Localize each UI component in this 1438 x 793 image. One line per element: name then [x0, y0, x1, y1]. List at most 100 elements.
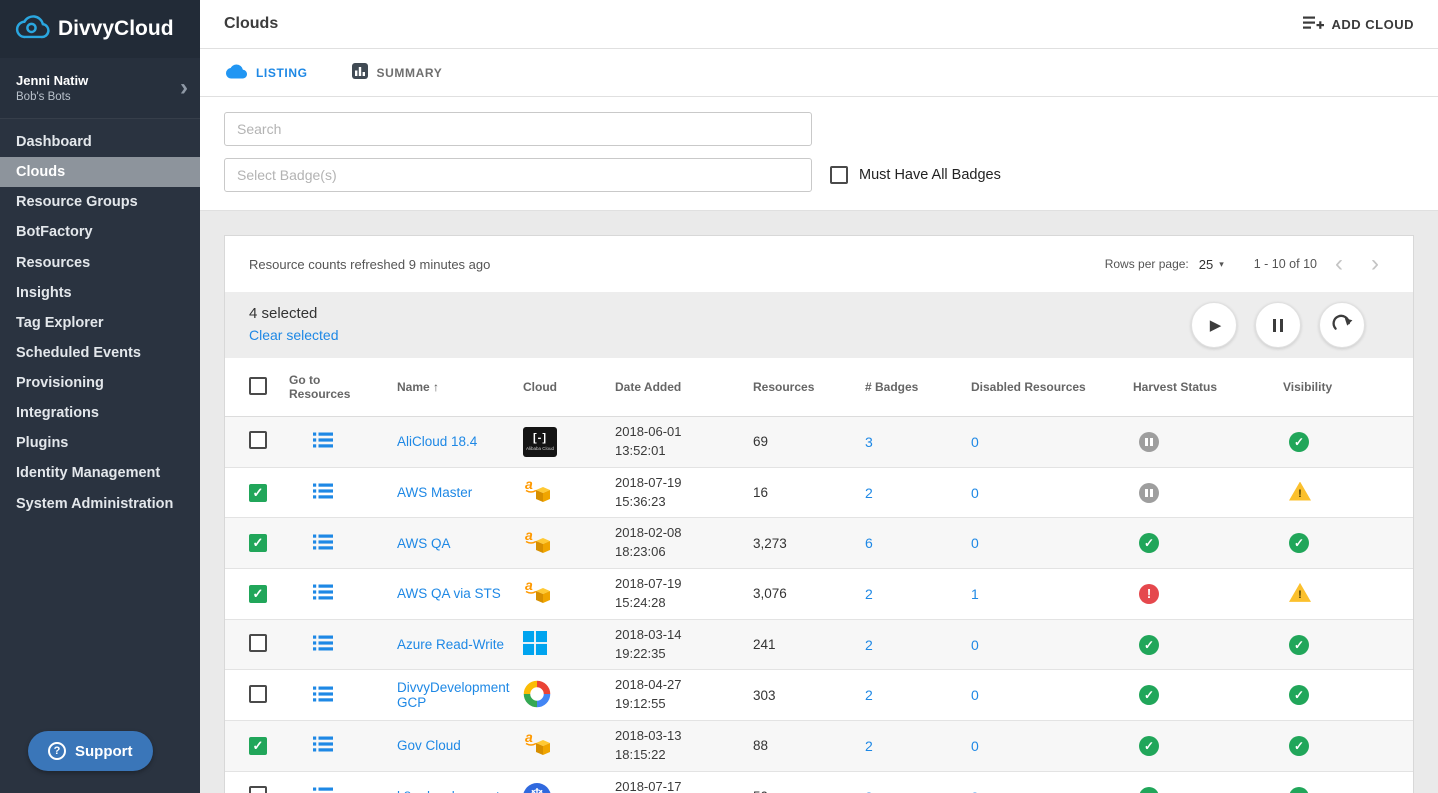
must-have-all-badges-checkbox[interactable] — [830, 166, 848, 184]
sidebar-item-provisioning[interactable]: Provisioning — [0, 368, 200, 398]
disabled-resources-link[interactable]: 0 — [971, 535, 979, 551]
disabled-resources-link[interactable]: 1 — [971, 586, 979, 602]
row-checkbox[interactable]: ✓ — [249, 736, 267, 755]
column-header-go-to-resources[interactable]: Go to Resources — [281, 358, 389, 417]
row-checkbox[interactable] — [249, 786, 267, 793]
disabled-resources-link[interactable]: 0 — [971, 687, 979, 703]
go-to-resources-icon[interactable] — [313, 635, 333, 654]
resume-harvest-button[interactable]: ▶ — [1191, 302, 1237, 348]
content-area: Resource counts refreshed 9 minutes ago … — [200, 211, 1438, 793]
cloud-name-link[interactable]: Gov Cloud — [397, 738, 461, 753]
sidebar-item-scheduled-events[interactable]: Scheduled Events — [0, 338, 200, 368]
badges-select-input[interactable] — [224, 158, 812, 192]
column-header-visibility[interactable]: Visibility — [1275, 358, 1413, 417]
check-circle-icon: ✓ — [1289, 634, 1309, 655]
date-added: 2018-07-19 15:36:23 — [607, 467, 745, 519]
badges-count-link[interactable]: 2 — [865, 586, 873, 602]
sidebar-item-dashboard[interactable]: Dashboard — [0, 127, 200, 157]
cloud-name-link[interactable]: DivvyDevelopment GCP — [397, 680, 510, 710]
cloud-name-link[interactable]: AWS Master — [397, 485, 472, 500]
column-header-cloud[interactable]: Cloud — [515, 358, 607, 417]
badges-count-link[interactable]: 2 — [865, 485, 873, 501]
app-root: DivvyCloud Jenni Natiw Bob's Bots › Dash… — [0, 0, 1438, 793]
support-button[interactable]: ? Support — [28, 731, 153, 771]
table-row: DivvyDevelopment GCP 2018-04-27 19:12:55 30… — [225, 669, 1413, 722]
go-to-resources-icon[interactable] — [313, 432, 333, 451]
tab-listing[interactable]: LISTING — [226, 64, 308, 82]
rows-per-page-label: Rows per page: — [1104, 257, 1189, 271]
next-page-button[interactable]: › — [1361, 252, 1389, 276]
badges-count-link[interactable]: 2 — [865, 789, 873, 793]
tab-summary[interactable]: SUMMARY — [351, 63, 443, 82]
cloud-name-link[interactable]: Azure Read-Write — [397, 637, 504, 652]
badges-count-link[interactable]: 2 — [865, 687, 873, 703]
pause-harvest-button[interactable] — [1255, 302, 1301, 348]
go-to-resources-icon[interactable] — [313, 736, 333, 755]
cloud-name-link[interactable]: k8s-development — [397, 789, 500, 793]
resources-count: 50 — [745, 771, 857, 793]
must-have-all-badges[interactable]: Must Have All Badges — [830, 166, 1001, 184]
add-cloud-button[interactable]: ADD CLOUD — [1302, 14, 1415, 34]
row-checkbox[interactable]: ✓ — [249, 584, 267, 603]
sidebar-item-botfactory[interactable]: BotFactory — [0, 217, 200, 247]
sidebar-item-identity-management[interactable]: Identity Management — [0, 458, 200, 488]
sidebar: DivvyCloud Jenni Natiw Bob's Bots › Dash… — [0, 0, 200, 793]
sidebar-item-insights[interactable]: Insights — [0, 278, 200, 308]
date-added: 2018-06-01 13:52:01 — [607, 416, 745, 468]
row-checkbox[interactable]: ✓ — [249, 483, 267, 502]
visibility-cell: ✓ — [1275, 619, 1413, 671]
sidebar-item-resources[interactable]: Resources — [0, 248, 200, 278]
column-header-harvest-status[interactable]: Harvest Status — [1125, 358, 1275, 417]
disabled-resources-link[interactable]: 0 — [971, 637, 979, 653]
check-circle-icon: ✓ — [1289, 431, 1309, 452]
badges-count-link[interactable]: 2 — [865, 637, 873, 653]
cloud-name-link[interactable]: AWS QA via STS — [397, 586, 501, 601]
column-header--badges[interactable]: # Badges — [857, 358, 963, 417]
reharvest-button[interactable] — [1319, 302, 1365, 348]
resources-count: 303 — [745, 669, 857, 722]
row-checkbox[interactable] — [249, 634, 267, 653]
main-area: Clouds ADD CLOUD LISTING SUMMARY Search … — [200, 0, 1438, 793]
svg-text:a: a — [525, 476, 533, 492]
check-circle-icon: ✓ — [1289, 786, 1309, 793]
user-menu[interactable]: Jenni Natiw Bob's Bots › — [0, 58, 200, 119]
sidebar-item-integrations[interactable]: Integrations — [0, 398, 200, 428]
badges-count-link[interactable]: 6 — [865, 535, 873, 551]
row-checkbox[interactable] — [249, 431, 267, 450]
disabled-resources-link[interactable]: 0 — [971, 485, 979, 501]
go-to-resources-icon[interactable] — [313, 686, 333, 705]
sidebar-item-system-administration[interactable]: System Administration — [0, 489, 200, 519]
column-header-date-added[interactable]: Date Added — [607, 358, 745, 417]
chevron-right-icon: › — [180, 74, 188, 101]
column-header-resources[interactable]: Resources — [745, 358, 857, 417]
sidebar-item-clouds[interactable]: Clouds — [0, 157, 200, 188]
badges-count-link[interactable]: 2 — [865, 738, 873, 754]
pause-icon — [1272, 318, 1284, 332]
column-header-name[interactable]: Name ↑ — [389, 358, 515, 417]
sidebar-item-tag-explorer[interactable]: Tag Explorer — [0, 308, 200, 338]
search-input[interactable] — [224, 112, 812, 146]
rows-per-page-select[interactable]: 25 ▾ — [1199, 257, 1224, 272]
row-checkbox[interactable] — [249, 684, 267, 703]
sidebar-item-plugins[interactable]: Plugins — [0, 428, 200, 458]
disabled-resources-link[interactable]: 0 — [971, 789, 979, 793]
cloud-name-link[interactable]: AliCloud 18.4 — [397, 434, 477, 449]
visibility-cell: ! — [1275, 467, 1413, 519]
column-header-disabled-resources[interactable]: Disabled Resources — [963, 358, 1125, 417]
cloud-name-link[interactable]: AWS QA — [397, 536, 451, 551]
disabled-resources-link[interactable]: 0 — [971, 738, 979, 754]
harvest-status-cell: ✓ — [1125, 720, 1275, 772]
select-all-checkbox[interactable] — [249, 376, 267, 395]
clear-selected-link[interactable]: Clear selected — [249, 327, 339, 343]
go-to-resources-icon[interactable] — [313, 584, 333, 603]
aws-icon: a — [523, 729, 553, 759]
sidebar-item-resource-groups[interactable]: Resource Groups — [0, 187, 200, 217]
pause-circle-icon — [1139, 482, 1159, 503]
disabled-resources-link[interactable]: 0 — [971, 434, 979, 450]
previous-page-button[interactable]: ‹ — [1325, 252, 1353, 276]
row-checkbox[interactable]: ✓ — [249, 534, 267, 553]
badges-count-link[interactable]: 3 — [865, 434, 873, 450]
warning-triangle-icon: ! — [1289, 582, 1311, 602]
go-to-resources-icon[interactable] — [313, 483, 333, 502]
go-to-resources-icon[interactable] — [313, 534, 333, 553]
